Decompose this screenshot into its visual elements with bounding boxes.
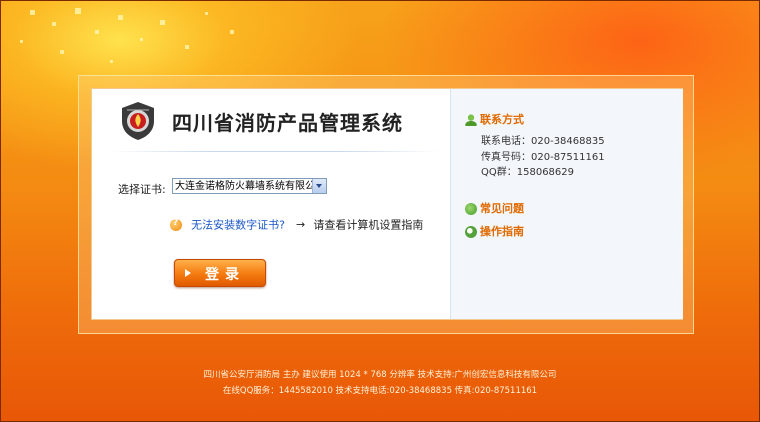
faq-link[interactable]: 常见问题 [465, 200, 524, 216]
login-button[interactable]: 登录 [174, 259, 266, 287]
contact-phone: 联系电话：020-38468835 [481, 136, 605, 147]
login-card: 四川省消防产品管理系统 选择证书: 大连金诺格防火幕墙系统有限公 无法安装数字证… [91, 88, 683, 320]
page-title: 四川省消防产品管理系统 [172, 111, 403, 135]
faq-icon [465, 203, 477, 215]
footer-line-2: 在线QQ服务：1445582010 技术支持电话:020-38468835 传真… [222, 386, 538, 396]
contact-heading: 联系方式 [465, 111, 524, 127]
fire-emblem-icon [122, 102, 154, 140]
help-row: 无法安装数字证书? → 请查看计算机设置指南 [170, 214, 423, 233]
cert-label: 选择证书: [118, 183, 166, 196]
cert-install-help-link[interactable]: 无法安装数字证书? [191, 219, 285, 232]
contact-qq: QQ群：158068629 [481, 167, 575, 178]
question-icon [170, 218, 182, 231]
help-instructions-text: 请查看计算机设置指南 [313, 218, 424, 232]
contact-person-icon [465, 114, 477, 126]
arrow-icon: → [296, 218, 306, 231]
guide-icon [465, 226, 477, 238]
contact-fax: 传真号码：020-87511161 [481, 152, 605, 163]
dropdown-arrow-icon[interactable] [312, 179, 326, 193]
divider [110, 151, 440, 152]
login-form-area: 四川省消防产品管理系统 选择证书: 大连金诺格防火幕墙系统有限公 无法安装数字证… [92, 89, 449, 319]
play-arrow-icon [185, 269, 191, 277]
guide-link[interactable]: 操作指南 [465, 223, 524, 239]
certificate-select-value: 大连金诺格防火幕墙系统有限公 [175, 181, 313, 192]
faq-link-label: 常见问题 [480, 202, 524, 215]
info-sidebar: 联系方式 联系电话：020-38468835 传真号码：020-87511161… [450, 89, 683, 319]
guide-link-label: 操作指南 [480, 225, 524, 238]
contact-heading-label: 联系方式 [480, 113, 524, 126]
footer-line-1: 四川省公安厅消防局 主办 建议使用 1024 * 768 分辨率 技术支持:广州… [203, 370, 557, 380]
login-button-label: 登录 [205, 267, 245, 283]
certificate-select[interactable]: 大连金诺格防火幕墙系统有限公 [172, 178, 327, 194]
